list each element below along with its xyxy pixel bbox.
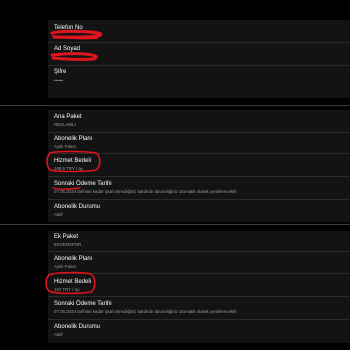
main-next-payment-row: Sonraki Ödeme Tarihi 07.05.2024 tarihine… xyxy=(48,177,350,199)
extra-fee-label: Hizmet Bedeli xyxy=(54,279,92,285)
extra-fee-value: 167 TRY / ay xyxy=(54,287,80,292)
main-package-section: Ana Paket REKLAMLI Abonelik Planı Aylık … xyxy=(0,106,350,224)
password-value: •••••• xyxy=(54,78,64,83)
phone-label: Telefon No xyxy=(54,25,83,31)
main-plan-label: Abonelik Planı xyxy=(54,136,93,142)
main-status-label: Abonelik Durumu xyxy=(54,204,101,210)
extra-fee-row: Hizmet Bedeli 167 TRY / ay xyxy=(48,274,350,296)
account-panel: Telefon No Ad Soyad Şifre •••••• xyxy=(48,20,350,98)
extra-package-title: Ek Paket xyxy=(54,234,79,240)
extra-package-panel: Ek Paket EXXENSPOR Abonelik Planı Aylık … xyxy=(48,231,350,343)
main-fee-value: 169,9 TRY / ay xyxy=(54,166,84,171)
extra-next-payment-label: Sonraki Ödeme Tarihi xyxy=(54,301,112,307)
extra-status-label: Abonelik Durumu xyxy=(54,324,101,330)
extra-next-payment-row: Sonraki Ödeme Tarihi 07.05.2024 tarihine… xyxy=(48,297,350,319)
main-package-header: Ana Paket REKLAMLI xyxy=(48,110,350,132)
main-package-title: Ana Paket xyxy=(54,114,82,120)
password-label: Şifre xyxy=(54,69,67,75)
main-fee-row: Hizmet Bedeli 169,9 TRY / ay xyxy=(48,154,350,176)
name-label: Ad Soyad xyxy=(54,46,81,52)
extra-status-row: Abonelik Durumu Aktif xyxy=(48,320,350,343)
name-row[interactable]: Ad Soyad xyxy=(48,43,350,65)
extra-package-section: Ek Paket EXXENSPOR Abonelik Planı Aylık … xyxy=(0,225,350,350)
password-row[interactable]: Şifre •••••• xyxy=(48,66,350,88)
account-section: Telefon No Ad Soyad Şifre •••••• xyxy=(0,0,350,104)
main-status-value: Aktif xyxy=(54,212,63,217)
main-next-payment-label: Sonraki Ödeme Tarihi xyxy=(54,181,112,187)
main-next-payment-value: 07.05.2024 tarihine kadar iptal etmediği… xyxy=(54,189,237,194)
extra-package-header: Ek Paket EXXENSPOR xyxy=(48,231,350,251)
main-package-panel: Ana Paket REKLAMLI Abonelik Planı Aylık … xyxy=(48,110,350,222)
extra-plan-row: Abonelik Planı Aylık Paket xyxy=(48,252,350,273)
main-plan-value: Aylık Paket xyxy=(54,144,76,149)
extra-package-subtitle: EXXENSPOR xyxy=(54,242,82,247)
main-package-subtitle: REKLAMLI xyxy=(54,122,76,127)
main-status-row: Abonelik Durumu Aktif xyxy=(48,200,350,222)
extra-next-payment-value: 07.05.2024 tarihine kadar iptal etmediği… xyxy=(54,309,237,314)
main-plan-row: Abonelik Planı Aylık Paket xyxy=(48,133,350,153)
phone-row[interactable]: Telefon No xyxy=(48,20,350,42)
extra-plan-value: Aylık Paket xyxy=(54,264,76,269)
extra-status-value: Aktif xyxy=(54,332,63,337)
extra-plan-label: Abonelik Planı xyxy=(54,256,93,262)
main-fee-label: Hizmet Bedeli xyxy=(54,158,92,164)
